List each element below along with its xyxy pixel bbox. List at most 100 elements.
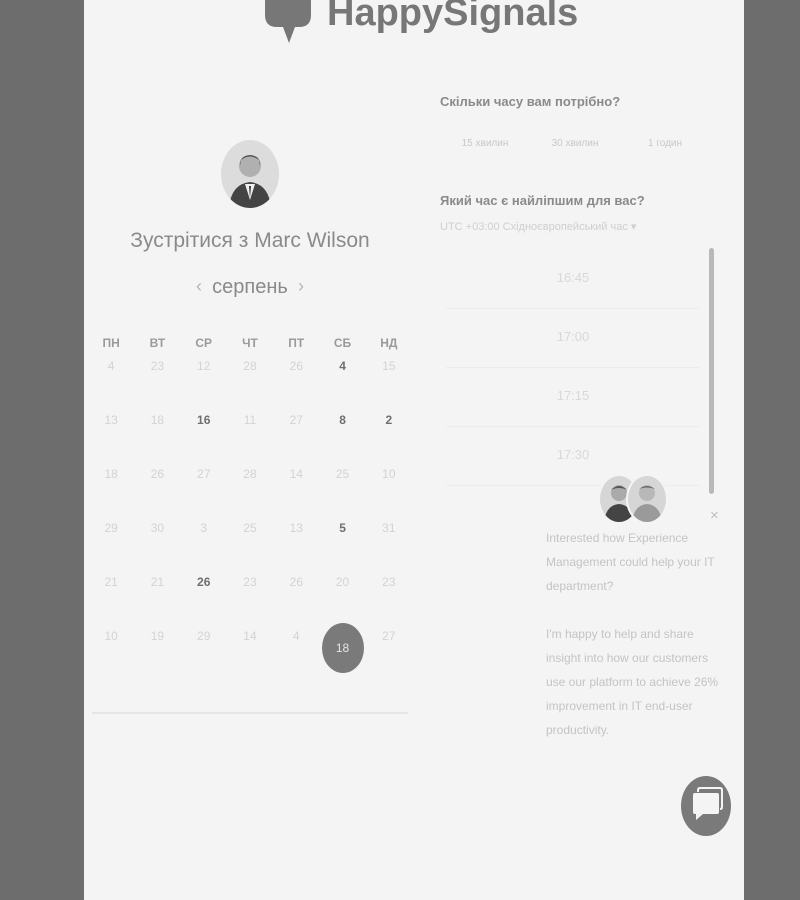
time-slot-scrollbar[interactable] (709, 248, 714, 494)
calendar-day-number: 5 (339, 521, 346, 535)
calendar-day-number: 8 (339, 413, 346, 427)
calendar-day: 13 (88, 410, 134, 464)
weekday-label: ПН (102, 336, 120, 350)
calendar-week-row: 4 23 12 28 26 4 15 (88, 356, 412, 410)
calendar-day: 10 (88, 626, 134, 680)
available-day[interactable]: 26 (181, 572, 227, 626)
chat-bubble-icon (693, 787, 723, 820)
available-day[interactable]: 2 (366, 410, 412, 464)
chat-message-text: I'm happy to help and share insight into… (546, 627, 719, 737)
available-day[interactable]: 5 (319, 518, 365, 572)
time-slot[interactable]: 17:00 (446, 309, 700, 368)
scheduler-panel: HappySignals Зустрітися з Marc Wilson ‹ … (84, 0, 744, 900)
calendar-day-number: 23 (382, 575, 396, 589)
available-day[interactable]: 4 (319, 356, 365, 410)
calendar-day: 12 (181, 356, 227, 410)
time-slot[interactable]: 16:45 (446, 250, 700, 309)
calendar-day-number: 4 (107, 359, 115, 373)
calendar-day-number: 28 (243, 359, 257, 373)
available-day[interactable]: 8 (319, 410, 365, 464)
calendar-day-number: 27 (197, 467, 211, 481)
calendar-day: 14 (227, 626, 273, 680)
weekday-label: ПТ (288, 336, 305, 350)
calendar-day-number: 26 (150, 467, 165, 481)
calendar-week-row: 29 30 3 25 13 5 31 (88, 518, 412, 572)
calendar-day-number: 23 (150, 359, 165, 373)
calendar-day-number: 4 (339, 359, 346, 373)
calendar-day: 26 (134, 464, 180, 518)
calendar-grid: ПН ВТ СР ЧТ ПТ СБ НД 4 23 12 28 26 4 15 13 18 16 1… (88, 332, 412, 680)
weekday-label: ЧТ (242, 336, 258, 350)
chevron-right-icon[interactable]: › (298, 276, 304, 297)
host-avatar (221, 140, 279, 208)
calendar-week-row: 18 26 27 28 14 25 10 (88, 464, 412, 518)
scheduler-title: Зустрітися з Marc Wilson (130, 229, 370, 252)
weekday-label: ВТ (149, 336, 166, 350)
agent-avatar (626, 474, 668, 524)
calendar-weeks: 4 23 12 28 26 4 15 13 18 16 11 27 8 2 18 26 27 28 14 25 10 29… (88, 356, 412, 680)
chat-agent-avatars (598, 474, 668, 524)
calendar-day-number: 16 (197, 413, 211, 427)
duration-option-15[interactable]: 15 хвилин (440, 138, 530, 149)
calendar-day: 25 (227, 518, 273, 572)
calendar-day: 26 (273, 356, 319, 410)
weekday-header-row: ПН ВТ СР ЧТ ПТ СБ НД (88, 332, 412, 356)
calendar-day-number: 26 (289, 359, 303, 373)
calendar-day-number: 26 (197, 575, 211, 589)
calendar-day-number: 3 (200, 521, 208, 535)
calendar-day: 27 (273, 410, 319, 464)
weekday-label: СР (195, 336, 213, 350)
calendar-day-number: 10 (382, 467, 396, 481)
calendar-day: 28 (227, 464, 273, 518)
calendar-day-number: 13 (289, 521, 303, 535)
calendar-day-number: 21 (150, 575, 165, 589)
calendar-day-number: 11 (243, 413, 257, 427)
duration-option-60[interactable]: 1 годин (620, 138, 710, 149)
calendar-day-number: 31 (382, 521, 396, 535)
brand-name: HappySignals (327, 0, 579, 34)
calendar-day-number: 27 (382, 629, 396, 643)
calendar-day-number: 25 (335, 467, 350, 481)
time-question: Який час є найліпшим для вас? (440, 193, 645, 208)
calendar-day-number: 12 (197, 359, 211, 373)
calendar-day: 21 (134, 572, 180, 626)
current-month: серпень (212, 276, 288, 298)
time-slot[interactable]: 17:15 (446, 368, 700, 427)
divider (92, 712, 408, 714)
chat-launcher-button[interactable] (681, 776, 731, 836)
duration-options: 15 хвилин 30 хвилин 1 годин (440, 138, 710, 149)
chat-message: Interested how Experience Management cou… (546, 526, 724, 766)
calendar-day: 27 (181, 464, 227, 518)
calendar-day: 4 (273, 626, 319, 680)
calendar-day: 20 (319, 572, 365, 626)
calendar-day: 29 (181, 626, 227, 680)
calendar-day-number: 25 (243, 521, 257, 535)
calendar-day: 19 (134, 626, 180, 680)
calendar-day: 21 (88, 572, 134, 626)
calendar-day: 3 (181, 518, 227, 572)
timezone-select[interactable]: UTC +03:00 Східноєвропейський час ▾ (440, 220, 636, 233)
calendar-day: 15 (366, 356, 412, 410)
calendar-day: 18 (88, 464, 134, 518)
close-icon[interactable]: × (710, 507, 719, 524)
calendar-day-number: 19 (150, 629, 165, 643)
calendar-day-number: 2 (385, 413, 393, 427)
calendar-day-number: 27 (289, 413, 303, 427)
duration-option-30[interactable]: 30 хвилин (530, 138, 620, 149)
calendar-day: 23 (366, 572, 412, 626)
calendar-day: 23 (227, 572, 273, 626)
available-day[interactable]: 16 (181, 410, 227, 464)
selected-day[interactable]: 18 (319, 623, 365, 680)
calendar-day: 13 (273, 518, 319, 572)
calendar-day-number: 21 (104, 575, 118, 589)
calendar-day-number: 30 (150, 521, 165, 535)
calendar-day: 11 (227, 410, 273, 464)
calendar-day-number: 28 (243, 467, 257, 481)
weekday-label: СБ (333, 336, 352, 350)
calendar-day: 26 (273, 572, 319, 626)
calendar-day: 29 (88, 518, 134, 572)
calendar-day: 23 (134, 356, 180, 410)
calendar-day-number: 18 (321, 623, 364, 673)
calendar-day-number: 18 (150, 413, 165, 427)
calendar-week-row: 10 19 29 14 4 18 27 (88, 623, 412, 680)
